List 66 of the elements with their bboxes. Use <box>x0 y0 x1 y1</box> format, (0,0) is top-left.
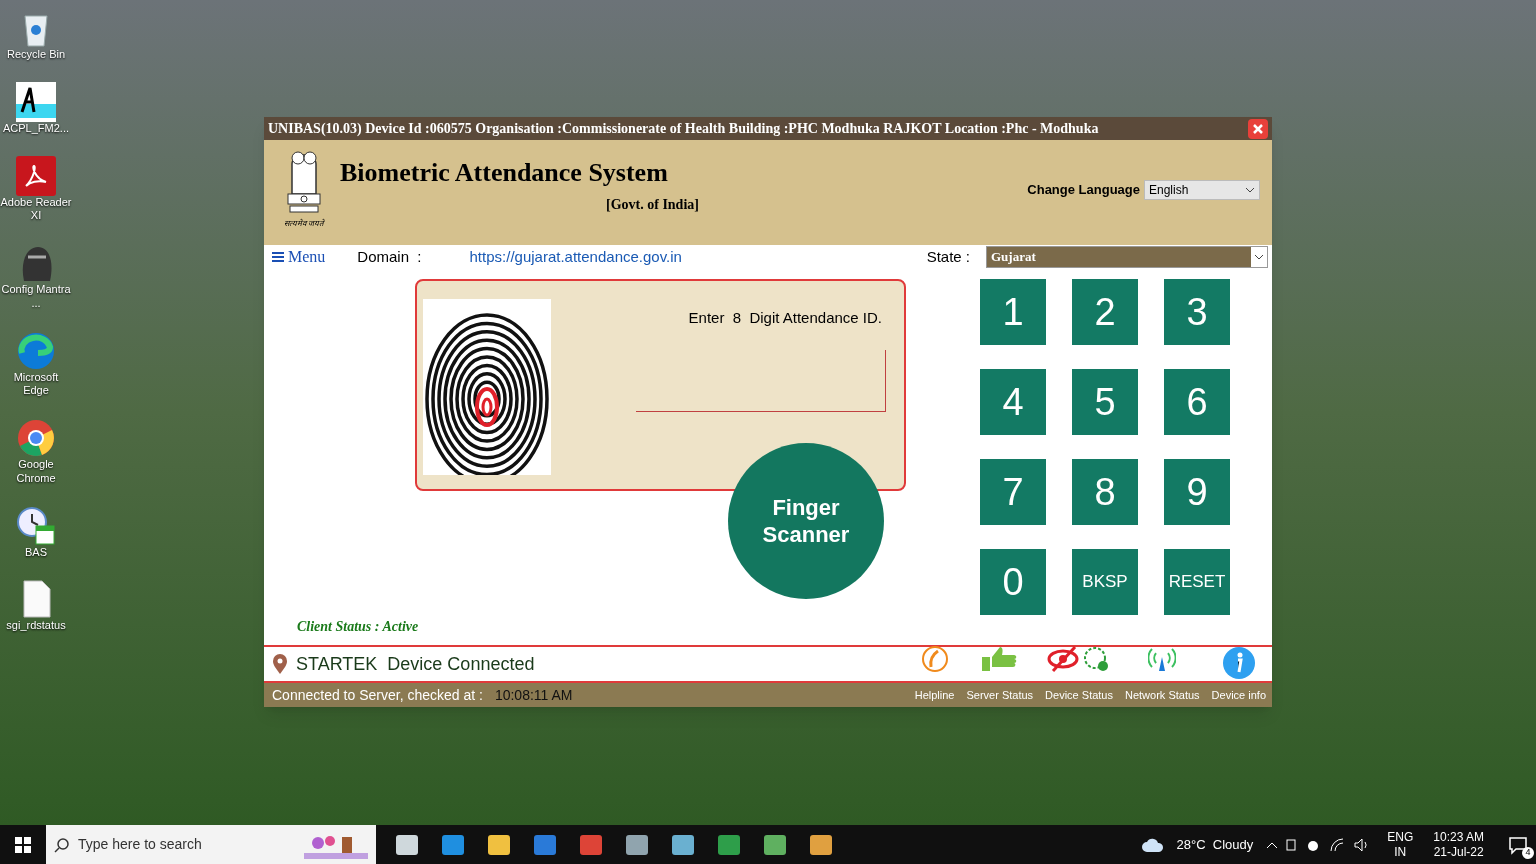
desktop-icon-label[interactable]: Recycle Bin <box>0 48 72 62</box>
keypad-key[interactable]: 9 <box>1164 459 1230 525</box>
id-prompt: Enter 8 Digit Attendance ID. <box>688 308 882 328</box>
emblem-motto: सत्यमेव जयते <box>283 218 325 230</box>
close-icon <box>1252 122 1264 135</box>
domain-link[interactable]: https://gujarat.attendance.gov.in <box>469 245 682 269</box>
desktop-icon-label[interactable]: Config Mantra ... <box>0 283 72 311</box>
language-dropdown[interactable]: English <box>1144 180 1260 200</box>
connection-label: Connected to Server, checked at : <box>272 685 483 705</box>
clock-calendar-icon <box>16 505 56 546</box>
finger-scanner-button[interactable]: Finger Scanner <box>728 443 884 599</box>
app-shortcut-icon <box>16 81 56 122</box>
search-icon <box>54 836 70 853</box>
status-button[interactable]: Helpline <box>912 645 957 703</box>
browser-icon <box>16 418 56 458</box>
desktop-icon-label[interactable]: sgi_rdstatus <box>0 619 72 633</box>
desktop-icon-label[interactable]: Adobe Reader XI <box>0 195 72 223</box>
windows-start-icon[interactable] <box>15 836 31 853</box>
keypad-key[interactable]: 4 <box>980 369 1046 435</box>
status-button[interactable]: Device Status <box>1043 645 1115 703</box>
taskbar-search-field[interactable]: Type here to search <box>46 825 376 864</box>
keypad-key[interactable]: 7 <box>980 459 1046 525</box>
keypad-key[interactable]: 3 <box>1164 279 1230 345</box>
status-button[interactable]: Device info <box>1209 645 1268 703</box>
keypad-key[interactable]: 2 <box>1072 279 1138 345</box>
notification-icon[interactable] <box>1508 834 1528 855</box>
menu-icon <box>272 251 284 263</box>
domain-label: Domain : <box>357 246 422 267</box>
menu-button[interactable]: Menu <box>272 245 326 269</box>
language-label: Change Language <box>1027 181 1140 200</box>
notification-count: 4 <box>1522 846 1534 859</box>
app-title: Biometric Attendance System <box>340 160 669 186</box>
input-region[interactable]: IN <box>1394 844 1407 860</box>
window-title: UNIBAS(10.03) Device Id :060575 Organisation :Commissionerate of Health Building :PHC Modhuka RAJKOT Location :Phc - Modhuka <box>268 120 1099 138</box>
app-subtitle: [Govt. of India] <box>606 196 699 214</box>
desktop-icon-label[interactable]: ACPL_FM2... <box>0 121 72 136</box>
keypad-key[interactable]: 0 <box>980 549 1046 615</box>
status-button[interactable]: Server Status <box>964 645 1036 703</box>
keypad-key[interactable]: 8 <box>1072 459 1138 525</box>
keypad-key[interactable]: BKSP <box>1072 549 1138 615</box>
desktop-icon-label[interactable]: Microsoft Edge <box>0 370 72 398</box>
input-language[interactable]: ENG <box>1387 829 1414 845</box>
desktop-icon-label[interactable]: BAS <box>0 545 72 560</box>
browser-icon <box>16 330 56 371</box>
weather-text[interactable]: 28°C Cloudy <box>1176 834 1254 855</box>
state-label: State : <box>926 246 970 267</box>
state-dropdown[interactable]: Gujarat <box>986 246 1268 268</box>
keypad-key[interactable]: 5 <box>1072 369 1138 435</box>
desktop-icon-label[interactable]: Google Chrome <box>0 458 72 486</box>
chevron-icon <box>1245 185 1255 195</box>
attendance-id-field[interactable] <box>636 349 886 412</box>
cloud-icon <box>1140 836 1165 853</box>
keypad-key[interactable]: 1 <box>980 279 1046 345</box>
keypad-key[interactable]: 6 <box>1164 369 1230 435</box>
connection-time: 10:08:11 AM <box>494 685 573 705</box>
clock-time[interactable]: 10:23 AM <box>1433 829 1484 845</box>
phone-icon <box>920 645 949 673</box>
clock-date[interactable]: 21-Jul-22 <box>1433 844 1484 860</box>
pdf-reader-icon <box>16 155 56 196</box>
status-button[interactable]: Network Status <box>1123 645 1202 703</box>
chevron-icon <box>1254 252 1264 262</box>
close-button[interactable] <box>1248 118 1268 139</box>
device-status-text: STARTEK Device Connected <box>296 652 535 676</box>
location-pin-icon <box>272 654 288 674</box>
client-status: Client Status : Active <box>297 618 420 636</box>
keypad-key[interactable]: RESET <box>1164 549 1230 615</box>
